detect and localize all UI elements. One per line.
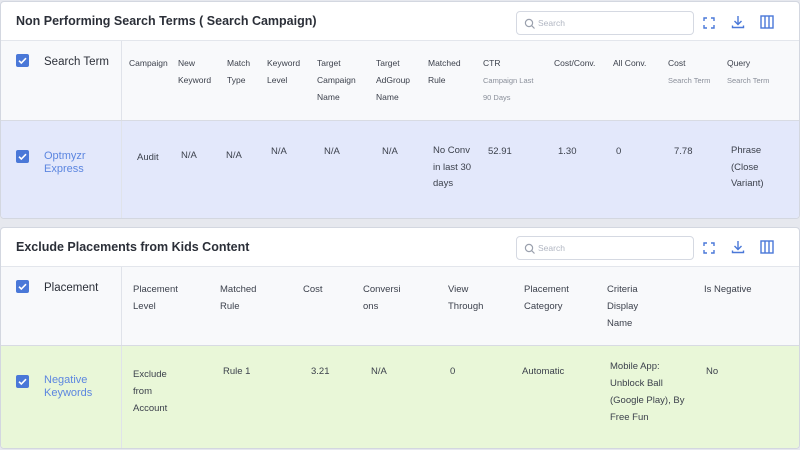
search-icon [524, 18, 535, 29]
ctr-label: CTR [483, 58, 501, 68]
column-header-view-through[interactable]: View Through [448, 281, 490, 315]
cell-matched-rule: No Conv in last 30 days [433, 145, 472, 189]
download-icon[interactable] [729, 13, 747, 31]
cell-keyword-level: N/A [271, 146, 287, 157]
row-checkbox[interactable] [16, 150, 29, 163]
columns-icon[interactable] [758, 13, 776, 31]
placement-link[interactable]: Negative Keywords [44, 374, 104, 400]
cell-is-negative: No [706, 366, 719, 377]
table-header: Search Term Campaign New Keyword Match T… [1, 40, 799, 121]
column-header-placement-level[interactable]: Placement Level [133, 281, 188, 315]
column-header-criteria-display-name[interactable]: Criteria Display Name [607, 281, 657, 332]
column-divider [121, 121, 122, 218]
column-header-cost[interactable]: Cost [303, 281, 343, 298]
column-header-conversions[interactable]: Conversions [363, 281, 405, 315]
column-header-target-adgroup-name[interactable]: Target AdGroup Name [376, 55, 420, 106]
column-header-new-keyword[interactable]: New Keyword [178, 55, 218, 89]
column-header-keyword-level[interactable]: Keyword Level [267, 55, 307, 89]
cell-view-through: 0 [450, 366, 456, 377]
table-row[interactable]: Optmyzr Express Audit N/A N/A N/A N/A N/… [1, 121, 799, 218]
select-all-checkbox[interactable] [16, 280, 29, 293]
cell-placement-category: Automatic [522, 366, 565, 377]
cell-ctr: 52.91 [488, 146, 512, 157]
table-row[interactable]: Negative Keywords Exclude from Account R… [1, 346, 799, 448]
column-header-cost[interactable]: Cost Search Term [668, 55, 723, 89]
placements-panel: Exclude Placements from Kids Content Sea… [0, 227, 800, 449]
cell-criteria-display-name: Mobile App: Unblock Ball (Google Play), … [610, 361, 685, 423]
cost-label: Cost [668, 58, 686, 68]
search-input[interactable]: Search [516, 236, 694, 260]
column-header-ctr[interactable]: CTR Campaign Last 90 Days [483, 55, 543, 106]
cell-target-adgroup-name: N/A [382, 146, 398, 157]
cell-conversions: N/A [371, 366, 387, 377]
cell-cost-conv: 1.30 [558, 146, 577, 157]
column-divider [121, 267, 122, 345]
column-header-matched-rule[interactable]: Matched Rule [220, 281, 265, 315]
column-header-is-negative[interactable]: Is Negative [704, 281, 754, 298]
column-header-campaign[interactable]: Campaign [129, 55, 174, 72]
select-all-checkbox[interactable] [16, 54, 29, 67]
column-header-all-conv[interactable]: All Conv. [613, 55, 663, 72]
cell-placement-level: Exclude from Account [133, 369, 168, 414]
columns-icon[interactable] [758, 238, 776, 256]
expand-icon[interactable] [700, 239, 718, 257]
cell-new-keyword: N/A [181, 150, 197, 161]
column-header-target-campaign-name[interactable]: Target Campaign Name [317, 55, 361, 106]
expand-icon[interactable] [700, 14, 718, 32]
cell-cost: 3.21 [311, 366, 330, 377]
ctr-sublabel: Campaign Last 90 Days [483, 76, 534, 102]
search-term-link[interactable]: Optmyzr Express [44, 150, 104, 176]
column-header-match-type[interactable]: Match Type [227, 55, 259, 89]
cell-campaign: Audit [137, 152, 159, 163]
column-header-matched-rule[interactable]: Matched Rule [428, 55, 468, 89]
cell-target-campaign-name: N/A [324, 146, 340, 157]
search-placeholder: Search [538, 243, 565, 253]
cost-sublabel: Search Term [668, 76, 711, 85]
column-header-cost-conv[interactable]: Cost/Conv. [554, 55, 609, 72]
cell-match-type: N/A [226, 150, 242, 161]
search-icon [524, 243, 535, 254]
column-header-placement-category[interactable]: Placement Category [524, 281, 584, 315]
search-terms-panel: Non Performing Search Terms ( Search Cam… [0, 1, 800, 219]
download-icon[interactable] [729, 238, 747, 256]
row-checkbox[interactable] [16, 375, 29, 388]
search-placeholder: Search [538, 18, 565, 28]
column-header-search-term[interactable]: Search Term [44, 56, 109, 68]
panel-title: Non Performing Search Terms ( Search Cam… [16, 14, 317, 28]
column-divider [121, 346, 122, 448]
cell-matched-rule: Rule 1 [223, 366, 251, 377]
column-divider [121, 41, 122, 120]
column-header-placement[interactable]: Placement [44, 282, 98, 294]
cell-all-conv: 0 [616, 146, 622, 157]
search-input[interactable]: Search [516, 11, 694, 35]
query-label: Query [727, 58, 751, 68]
table-header: Placement Placement Level Matched Rule C… [1, 266, 799, 346]
cell-query: Phrase (Close Variant) [731, 145, 764, 189]
panel-title: Exclude Placements from Kids Content [16, 240, 250, 254]
cell-cost: 7.78 [674, 146, 693, 157]
column-header-query[interactable]: Query Search Term [727, 55, 787, 89]
query-sublabel: Search Term [727, 76, 770, 85]
